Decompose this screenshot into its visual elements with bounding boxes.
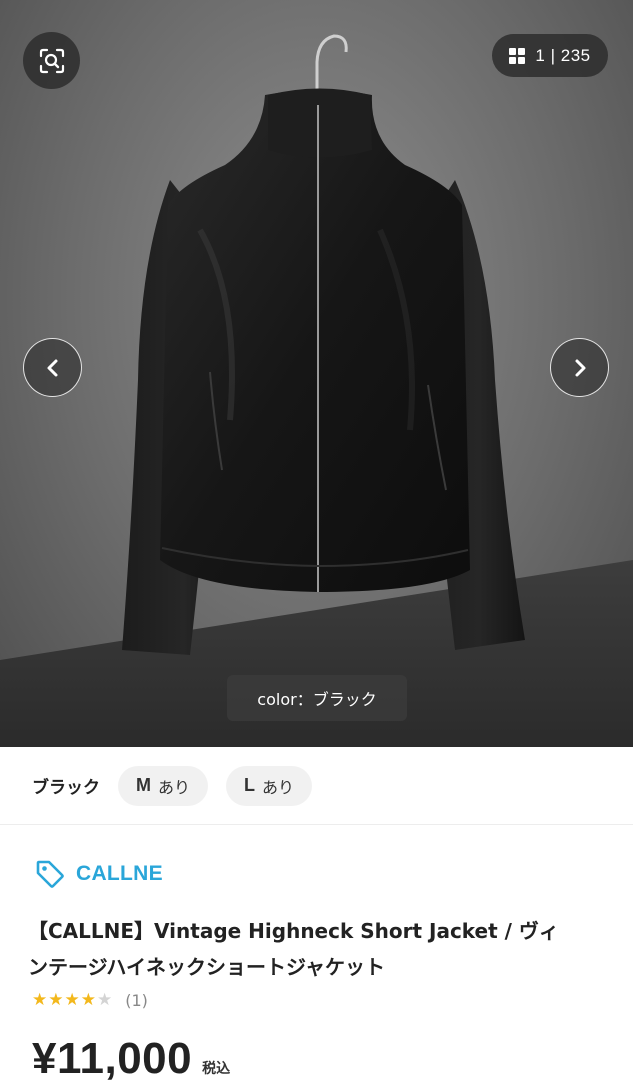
current-image-index: 1 <box>535 45 546 65</box>
price-amount: ¥11,000 <box>32 1034 193 1080</box>
price: ¥11,000 税込 <box>32 1034 230 1080</box>
star-icon: ★ <box>64 990 80 1010</box>
size-chip-l[interactable]: L あり <box>226 765 313 806</box>
image-counter-button[interactable]: 1 | 235 <box>492 34 608 77</box>
image-search-button[interactable] <box>23 32 80 89</box>
tax-label: 税込 <box>202 1061 231 1077</box>
brand-link[interactable]: CALLNE <box>34 858 163 890</box>
star-icon: ★ <box>80 990 96 1010</box>
size-chip-m[interactable]: M あり <box>118 765 209 806</box>
chevron-left-icon <box>47 359 57 376</box>
product-title: 【CALLNE】Vintage Highneck Short Jacket / … <box>28 913 618 985</box>
product-title-line: 【CALLNE】Vintage Highneck Short Jacket / … <box>28 919 559 943</box>
image-caption: color：ブラック <box>227 675 407 721</box>
variant-selector: ブラック M あり L あり <box>0 747 633 825</box>
brand-name: CALLNE <box>76 862 163 885</box>
star-icon: ★ <box>48 990 64 1010</box>
size-label: L <box>244 775 256 795</box>
grid-icon <box>509 47 526 64</box>
next-image-button[interactable] <box>550 338 609 397</box>
size-label: M <box>136 775 151 795</box>
image-counter: 1 | 235 <box>535 46 590 66</box>
product-title-line: ンテージハイネックショートジャケット <box>28 955 385 979</box>
counter-separator: | <box>550 45 556 65</box>
total-images: 235 <box>560 45 591 65</box>
tag-icon <box>36 860 64 888</box>
variant-color-label: ブラック <box>32 778 100 798</box>
stock-status: あり <box>158 777 191 797</box>
star-icon: ★ <box>32 990 48 1010</box>
previous-image-button[interactable] <box>23 338 82 397</box>
image-search-icon <box>39 48 64 73</box>
product-image-gallery[interactable]: 1 | 235 color：ブラック <box>0 0 633 747</box>
review-count: (1) <box>125 990 148 1010</box>
jacket-photo <box>122 34 525 655</box>
stock-status: あり <box>262 777 295 797</box>
chevron-right-icon <box>575 359 585 376</box>
rating[interactable]: ★ ★ ★ ★ ★ (1) <box>32 990 148 1010</box>
star-empty-icon: ★ <box>97 990 113 1010</box>
